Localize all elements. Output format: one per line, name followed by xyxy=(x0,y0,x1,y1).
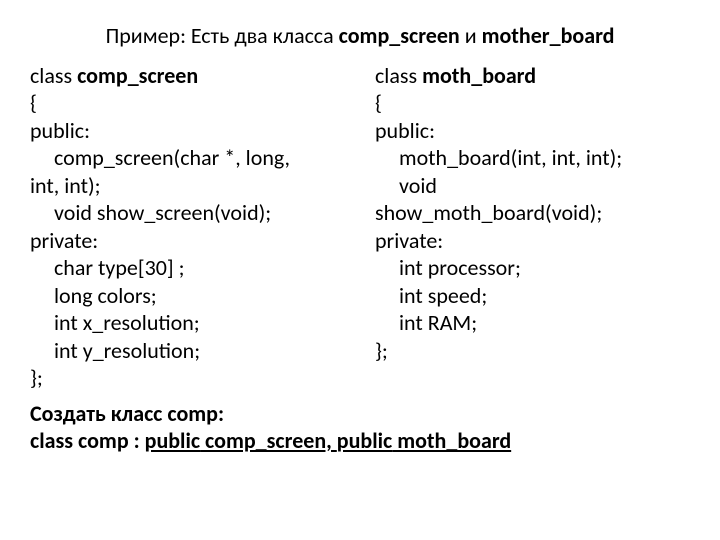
left-column: class comp_screen { public: comp_screen(… xyxy=(30,62,345,392)
right-line-8: int processor; xyxy=(375,254,690,282)
title-class1: comp_screen xyxy=(339,22,460,49)
class-name: comp_screen xyxy=(77,62,198,89)
right-line-4: moth_board(int, int, int); xyxy=(375,144,690,172)
title-prefix: Пример: Есть два класса xyxy=(106,22,339,49)
left-line-12: }; xyxy=(30,364,345,392)
right-line-3: public: xyxy=(375,117,690,145)
title-mid: и xyxy=(460,22,482,49)
kw-public: public xyxy=(337,427,392,454)
class-name: moth_board xyxy=(422,62,536,89)
right-line-5: void xyxy=(375,172,690,200)
right-line-9: int speed; xyxy=(375,282,690,310)
right-line-11: }; xyxy=(375,337,690,365)
left-line-9: long colors; xyxy=(30,282,345,310)
kw-class: class xyxy=(30,62,77,89)
right-line-7: private: xyxy=(375,227,690,255)
right-line-10: int RAM; xyxy=(375,309,690,337)
left-line-3: public: xyxy=(30,117,345,145)
right-line-6: show_moth_board(void); xyxy=(375,199,690,227)
right-line-2: { xyxy=(375,89,690,117)
left-line-7: private: xyxy=(30,227,345,255)
left-line-10: int x_resolution; xyxy=(30,309,345,337)
columns: class comp_screen { public: comp_screen(… xyxy=(30,62,690,392)
kw-class: class xyxy=(375,62,422,89)
left-line-2: { xyxy=(30,89,345,117)
footer-line-1: Создать класс comp: xyxy=(30,400,690,428)
slide: Пример: Есть два класса comp_screen и mo… xyxy=(0,0,720,465)
left-line-4: comp_screen(char *, long, xyxy=(30,144,345,172)
right-line-1: class moth_board xyxy=(375,62,690,90)
left-line-11: int y_resolution; xyxy=(30,337,345,365)
left-line-1: class comp_screen xyxy=(30,62,345,90)
footer-text: class comp : xyxy=(30,427,145,454)
footer-line-2: class comp : public comp_screen, public … xyxy=(30,427,690,455)
base-1: comp_screen, xyxy=(200,427,337,454)
right-column: class moth_board { public: moth_board(in… xyxy=(375,62,690,392)
base-2: moth_board xyxy=(392,427,511,454)
left-line-8: char type[30] ; xyxy=(30,254,345,282)
kw-public: public xyxy=(145,427,200,454)
left-line-6: void show_screen(void); xyxy=(30,199,345,227)
title: Пример: Есть два класса comp_screen и mo… xyxy=(30,22,690,50)
footer-underline-1: public comp_screen, public moth_board xyxy=(145,427,512,454)
footer: Создать класс comp: class comp : public … xyxy=(30,400,690,455)
title-class2: mother_board xyxy=(482,22,615,49)
left-line-5: int, int); xyxy=(30,172,345,200)
